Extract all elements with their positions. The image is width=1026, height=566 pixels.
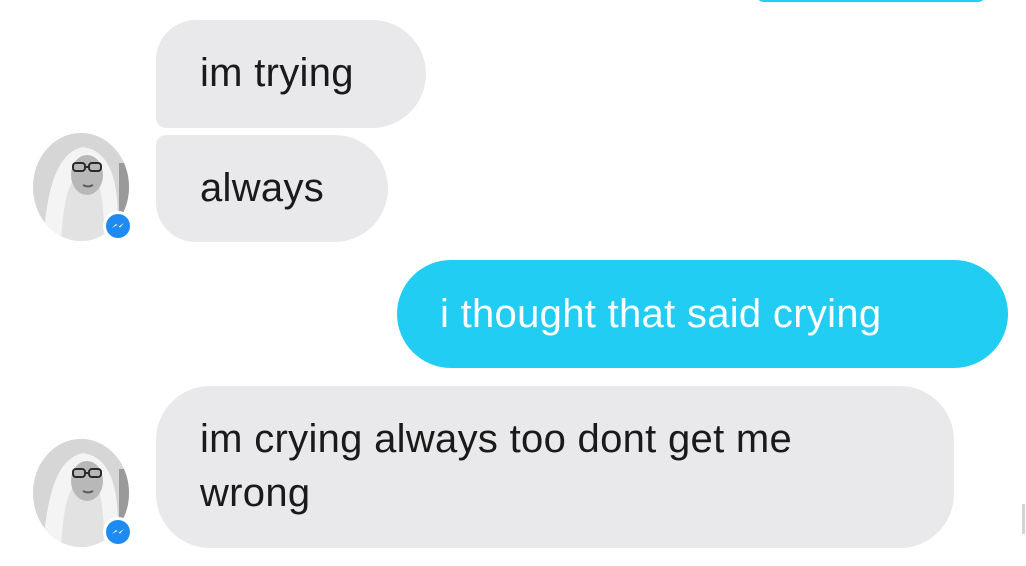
messenger-icon (103, 211, 133, 241)
messenger-icon (103, 517, 133, 547)
message-bubble-outgoing[interactable]: i thought that said crying (397, 260, 1008, 368)
message-bubble-incoming[interactable]: im trying (156, 20, 426, 128)
scroll-edge-mark (1022, 504, 1025, 534)
contact-avatar[interactable] (33, 133, 133, 241)
message-bubble-incoming[interactable]: im crying always too dont get me wrong (156, 386, 954, 548)
contact-avatar[interactable] (33, 439, 133, 547)
message-text: im trying (200, 51, 354, 95)
message-text: always (200, 166, 325, 210)
previous-outgoing-bubble-edge (756, 0, 986, 2)
message-text: im crying always too dont get me wrong (200, 417, 793, 515)
message-bubble-incoming[interactable]: always (156, 135, 388, 242)
message-text: i thought that said crying (440, 292, 882, 336)
